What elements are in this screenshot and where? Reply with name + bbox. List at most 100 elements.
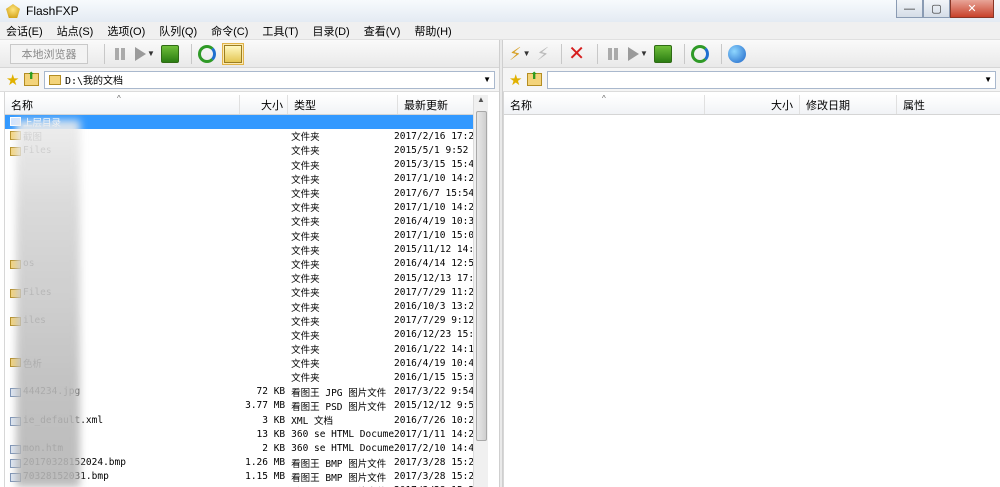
local-path-combo[interactable]: D:\我的文档 ▼ bbox=[44, 70, 495, 89]
file-type: 文件夹 bbox=[291, 288, 320, 300]
queue-button[interactable] bbox=[160, 43, 179, 65]
menu-view[interactable]: 查看(V) bbox=[364, 23, 401, 39]
site-manager-button[interactable] bbox=[727, 43, 746, 65]
column-name[interactable]: 名称 ^ bbox=[5, 94, 240, 114]
parent-folder-icon[interactable] bbox=[527, 71, 542, 86]
column-size[interactable]: 大小 bbox=[240, 95, 288, 114]
column-modified[interactable]: 修改日期 bbox=[800, 95, 897, 114]
file-type: 看图王 JPG 图片文件 bbox=[291, 387, 387, 399]
column-name-label: 名称 bbox=[510, 99, 532, 112]
toolbar-separator bbox=[104, 43, 105, 64]
refresh-button-remote[interactable] bbox=[690, 43, 709, 65]
toolbar-separator bbox=[720, 43, 722, 64]
disconnect-icon: ⚡ bbox=[536, 43, 550, 64]
file-size: 3 KB bbox=[262, 414, 286, 426]
local-vertical-scrollbar[interactable]: ▲ bbox=[473, 95, 488, 487]
queue-button-remote[interactable] bbox=[653, 43, 672, 65]
scrollbar-thumb[interactable] bbox=[476, 111, 487, 441]
dropdown-arrow-icon[interactable]: ▼ bbox=[147, 49, 155, 58]
connect-button[interactable]: ⚡ ▼ bbox=[509, 43, 531, 65]
menu-commands[interactable]: 命令(C) bbox=[211, 23, 248, 39]
remote-column-header: 名称 ^ 大小 修改日期 属性 bbox=[504, 94, 1000, 115]
column-modified[interactable]: 最新更新 bbox=[398, 95, 474, 114]
change-view-button[interactable] bbox=[221, 42, 244, 65]
chevron-down-icon[interactable]: ▼ bbox=[984, 75, 992, 84]
column-modified-label: 修改日期 bbox=[806, 99, 850, 112]
file-type: 文件夹 bbox=[291, 359, 320, 371]
view-icon bbox=[223, 44, 242, 63]
remote-toolbar: ⚡ ▼ ⚡ ✕ ▼ bbox=[503, 40, 1000, 68]
maximize-button[interactable]: ▢ bbox=[923, 0, 950, 18]
menu-queue[interactable]: 队列(Q) bbox=[159, 23, 197, 39]
file-type: 文件夹 bbox=[291, 316, 320, 328]
file-type: 文件夹 bbox=[291, 274, 320, 286]
file-type: 文件夹 bbox=[291, 203, 320, 215]
remote-address-bar: ★ ▼ bbox=[503, 68, 1000, 92]
disconnect-button[interactable]: ⚡ bbox=[537, 43, 550, 65]
close-button[interactable]: ✕ bbox=[950, 0, 994, 18]
file-type: 文件夹 bbox=[291, 160, 320, 172]
globe-icon bbox=[727, 44, 746, 63]
scroll-up-arrow-icon[interactable]: ▲ bbox=[474, 95, 488, 109]
file-type: 看图王 PSD 图片文件 bbox=[291, 401, 387, 413]
menu-bar: 会话(E) 站点(S) 选项(O) 队列(Q) 命令(C) 工具(T) 目录(D… bbox=[0, 22, 1000, 40]
queue-icon bbox=[160, 44, 179, 63]
column-attributes-label: 属性 bbox=[903, 99, 925, 112]
file-type: 文件夹 bbox=[291, 373, 320, 385]
column-name-label: 名称 bbox=[11, 99, 33, 112]
privacy-blur bbox=[16, 120, 80, 487]
local-toolbar: 本地浏览器 ▼ bbox=[0, 40, 499, 68]
menu-sites[interactable]: 站点(S) bbox=[57, 23, 94, 39]
favorites-star-icon[interactable]: ★ bbox=[509, 71, 527, 89]
refresh-button[interactable] bbox=[197, 43, 216, 65]
toolbar-separator bbox=[596, 43, 598, 64]
local-browser-button[interactable]: 本地浏览器 bbox=[10, 43, 88, 64]
toolbar-separator bbox=[190, 43, 192, 64]
file-type: 看图王 BMP 图片文件 bbox=[291, 472, 387, 484]
menu-options[interactable]: 选项(O) bbox=[107, 23, 145, 39]
menu-session[interactable]: 会话(E) bbox=[6, 23, 43, 39]
column-type-label: 类型 bbox=[294, 99, 316, 112]
local-column-header: 名称 ^ 大小 类型 最新更新 bbox=[5, 94, 488, 115]
window-title: FlashFXP bbox=[26, 4, 79, 18]
transfer-button-remote[interactable]: ▼ bbox=[627, 43, 648, 65]
dropdown-arrow-icon[interactable]: ▼ bbox=[640, 49, 648, 58]
parent-folder-icon[interactable] bbox=[24, 71, 39, 86]
minimize-button[interactable]: — bbox=[896, 0, 923, 18]
file-size: 3.77 MB bbox=[245, 400, 286, 412]
file-type: 360 se HTML Document bbox=[291, 428, 395, 440]
abort-button[interactable]: ✕ bbox=[568, 43, 585, 65]
file-type: 文件夹 bbox=[291, 132, 320, 144]
file-type: 文件夹 bbox=[291, 302, 320, 314]
file-type: 文件夹 bbox=[291, 245, 320, 257]
column-modified-label: 最新更新 bbox=[404, 99, 448, 112]
sort-caret-icon: ^ bbox=[117, 94, 121, 103]
menu-directory[interactable]: 目录(D) bbox=[312, 23, 349, 39]
file-size: 72 KB bbox=[256, 386, 286, 398]
chevron-down-icon[interactable]: ▼ bbox=[483, 75, 491, 84]
pause-button[interactable] bbox=[111, 43, 129, 65]
local-path-text[interactable]: D:\我的文档 bbox=[65, 72, 123, 87]
queue-icon bbox=[653, 44, 672, 63]
column-size[interactable]: 大小 bbox=[705, 95, 800, 114]
dropdown-arrow-icon[interactable]: ▼ bbox=[523, 49, 531, 58]
local-address-bar: ★ D:\我的文档 ▼ bbox=[0, 68, 499, 92]
menu-help[interactable]: 帮助(H) bbox=[414, 23, 451, 39]
remote-path-combo[interactable]: ▼ bbox=[547, 70, 996, 89]
transfer-button[interactable]: ▼ bbox=[135, 43, 155, 65]
favorites-star-icon[interactable]: ★ bbox=[6, 71, 24, 89]
play-icon bbox=[627, 46, 639, 61]
file-type: 文件夹 bbox=[291, 146, 320, 158]
column-type[interactable]: 类型 bbox=[288, 95, 398, 114]
lightning-icon: ⚡ bbox=[509, 43, 522, 64]
file-type: 文件夹 bbox=[291, 330, 320, 342]
pause-button-remote[interactable] bbox=[604, 43, 622, 65]
pause-icon bbox=[111, 45, 129, 63]
column-name[interactable]: 名称 ^ bbox=[504, 94, 705, 114]
menu-tools[interactable]: 工具(T) bbox=[262, 23, 298, 39]
file-type: 文件夹 bbox=[291, 189, 320, 201]
window-controls: — ▢ ✕ bbox=[896, 0, 994, 18]
column-attributes[interactable]: 属性 bbox=[897, 95, 1000, 114]
flashfxp-logo-icon bbox=[6, 4, 20, 18]
folder-icon bbox=[49, 74, 61, 85]
